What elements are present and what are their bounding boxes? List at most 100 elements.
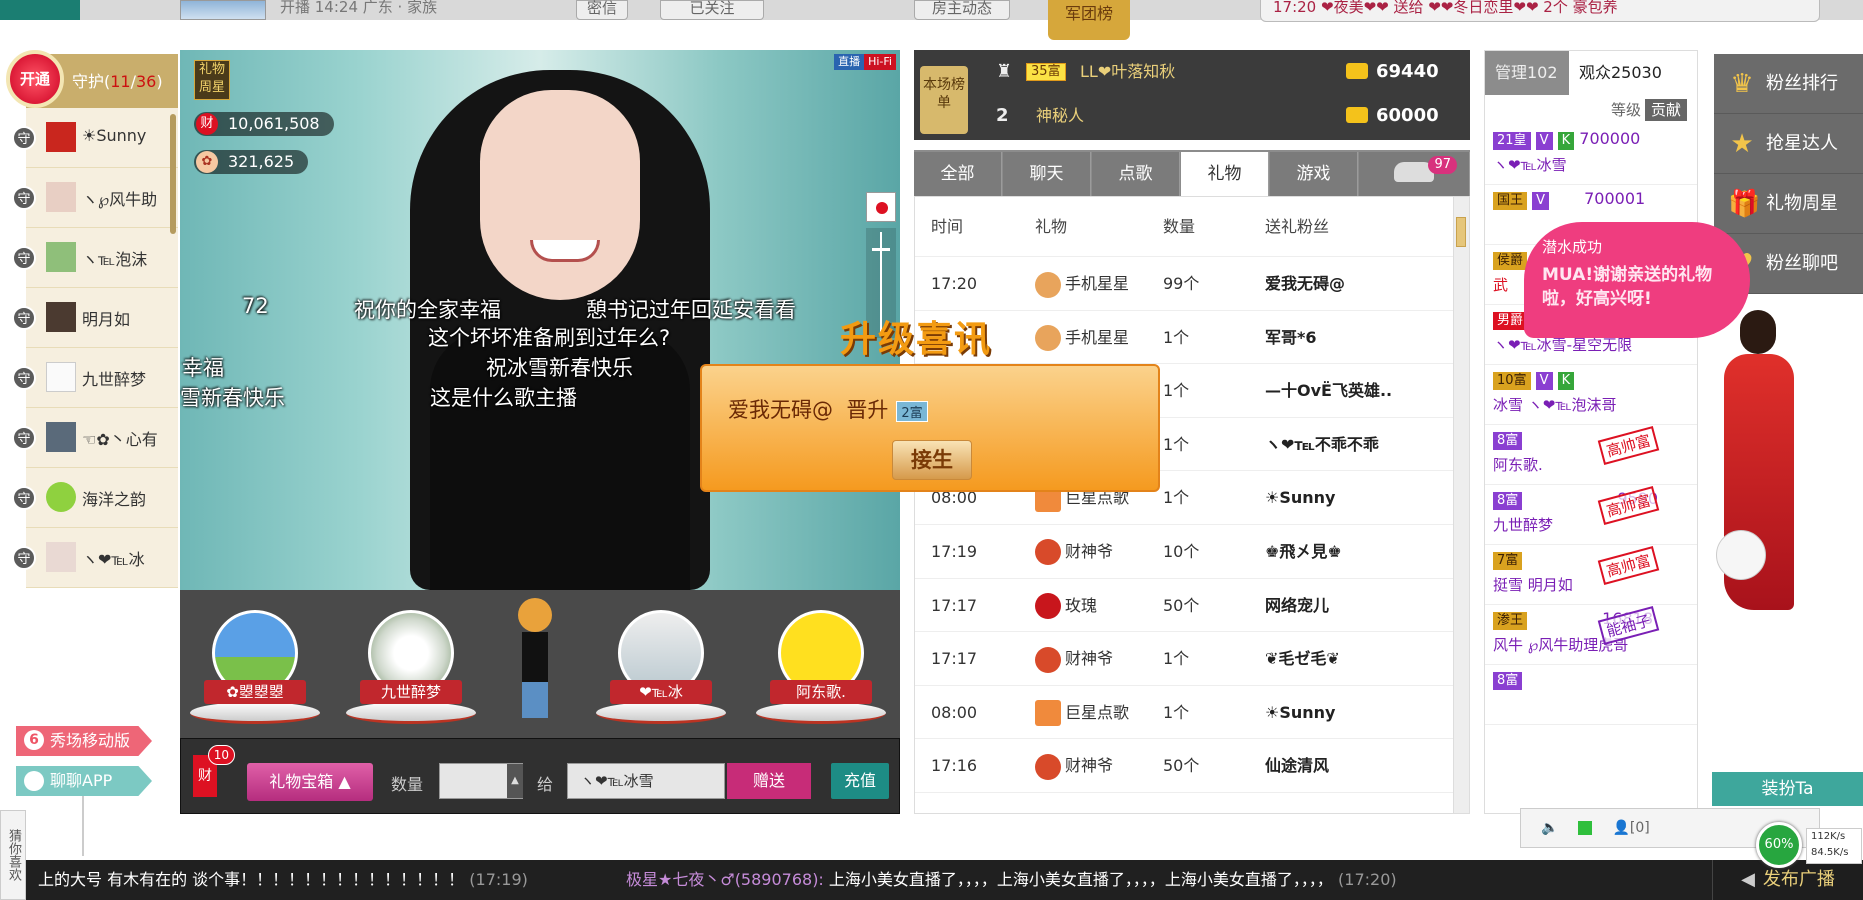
star-grabber-button[interactable]: ★ 抢星达人 bbox=[1714, 114, 1863, 174]
guard-item[interactable]: 守 ヽ℡泡沫 bbox=[12, 228, 178, 288]
fan-ranking-button[interactable]: ♛ 粉丝排行 bbox=[1714, 54, 1863, 114]
row-gift: 财神爷 bbox=[1035, 632, 1113, 686]
guard-item[interactable]: 守 海洋之韵 bbox=[12, 468, 178, 528]
vip-badge: V bbox=[1535, 132, 1553, 150]
session-rank-tag[interactable]: 本场榜单 bbox=[920, 66, 968, 134]
header-fan: 送礼粉丝 bbox=[1265, 217, 1330, 236]
row-qty: 99个 bbox=[1163, 274, 1200, 293]
congratulate-button[interactable]: 接生 bbox=[892, 440, 972, 480]
tab-all[interactable]: 全部 bbox=[914, 152, 1002, 196]
guess-you-like-button[interactable]: 猜你喜欢 bbox=[0, 810, 26, 900]
row-fan[interactable]: ❦毛ゼ毛❦ bbox=[1265, 632, 1340, 686]
showcase-label: 九世醉梦 bbox=[360, 680, 462, 704]
list-item[interactable]: 8富 9590九世醉梦高帅富 bbox=[1485, 485, 1697, 545]
row-qty: 1个 bbox=[1163, 327, 1190, 347]
guard-item[interactable]: 守 ヽ❤℡冰 bbox=[12, 528, 178, 588]
row-fan[interactable]: 爱我无碍@ bbox=[1265, 257, 1345, 311]
guard-badge: 守 bbox=[12, 246, 36, 270]
broadcast-message: 上的大号 有木有在的 谈个事！！！！！！！！！！！！！！ (17:19) bbox=[38, 870, 528, 889]
list-item[interactable]: 渗王 16818风牛 ℘风牛助理虎哥能袖子 bbox=[1485, 605, 1697, 665]
list-item[interactable]: 8富 阿东歌. 高帅富 bbox=[1485, 425, 1697, 485]
row-gift: 巨星点歌 bbox=[1035, 686, 1129, 740]
speaker-icon[interactable]: 🔈 bbox=[1541, 820, 1558, 836]
list-item[interactable]: 8富 bbox=[1485, 665, 1697, 725]
gift-table-scrollbar[interactable] bbox=[1453, 197, 1469, 813]
guard-item[interactable]: 守 九世醉梦 bbox=[12, 348, 178, 408]
tab-car[interactable]: 97 bbox=[1359, 152, 1470, 196]
host-news-button[interactable]: 房主动态 bbox=[914, 0, 1010, 20]
recipient-select[interactable]: ヽ❤℡冰雪 bbox=[567, 763, 725, 799]
guard-item[interactable]: 守 明月如 bbox=[12, 288, 178, 348]
scroll-thumb[interactable] bbox=[1456, 217, 1466, 247]
row-qty: 1个 bbox=[1163, 381, 1190, 401]
danmu-text: 祝你的全家幸福 bbox=[354, 298, 501, 322]
tab-song[interactable]: 点歌 bbox=[1092, 152, 1180, 196]
followed-button[interactable]: 已关注 bbox=[660, 0, 764, 20]
row-fan[interactable]: 军哥*6 bbox=[1265, 311, 1317, 365]
list-item[interactable]: 10富 V K 冰雪 ヽ❤℡泡沫哥 bbox=[1485, 365, 1697, 425]
record-button[interactable] bbox=[866, 192, 896, 222]
open-guard-button[interactable]: 开通 bbox=[6, 50, 64, 108]
upgrade-message: 爱我无碍@ 晋升 2富 bbox=[728, 394, 928, 424]
gift-box-button[interactable]: 礼物宝箱 ▲ bbox=[247, 763, 373, 801]
row-gift: 财神爷 bbox=[1035, 525, 1113, 579]
user-count: [0] bbox=[1629, 820, 1650, 836]
row-qty: 1个 bbox=[1163, 702, 1190, 722]
tab-game[interactable]: 游戏 bbox=[1270, 152, 1358, 196]
rank-row[interactable]: ♜ 35富 LL❤叶落知秋 69440 bbox=[996, 52, 1456, 92]
send-gift-button[interactable]: 赠送 bbox=[727, 763, 811, 799]
user-name: 挺雪 明月如 bbox=[1493, 576, 1573, 594]
guard-name: 海洋之韵 bbox=[82, 490, 147, 509]
row-fan[interactable]: ヽ❤℡不乖不乖 bbox=[1265, 418, 1379, 472]
danmu-text: 雪新春快乐 bbox=[180, 386, 285, 410]
showcase-label: ❤℡冰 bbox=[610, 680, 712, 704]
crown-icon: ♛ bbox=[1730, 69, 1754, 99]
sort-level[interactable]: 等级 bbox=[1611, 101, 1641, 119]
row-qty: 50个 bbox=[1163, 595, 1200, 615]
chat-app-link[interactable]: 聊聊APP bbox=[16, 766, 152, 796]
row-fan[interactable]: ♚飛㐅見♚ bbox=[1265, 525, 1342, 579]
guard-item[interactable]: 守 ☀Sunny bbox=[12, 108, 178, 168]
gift-table: 时间 礼物 数量 送礼粉丝 17:20 手机星星 99个 爱我无碍@ 手机星星 1个 军哥… bbox=[914, 196, 1470, 814]
header-qty: 数量 bbox=[1163, 217, 1196, 236]
logo-corner bbox=[0, 0, 80, 20]
row-time: 17:19 bbox=[931, 541, 978, 561]
wealth-value: 10,061,508 bbox=[228, 114, 320, 133]
row-fan[interactable]: 网络宠儿 bbox=[1265, 579, 1329, 633]
recharge-button[interactable]: 充值 bbox=[831, 763, 889, 799]
private-message-button[interactable]: 密信 bbox=[576, 0, 629, 20]
showcase-item[interactable]: ❤℡冰 bbox=[596, 610, 726, 730]
wealth-label: 财 bbox=[198, 768, 212, 784]
tab-admin[interactable]: 管理102 bbox=[1485, 51, 1569, 95]
tab-chat[interactable]: 聊天 bbox=[1003, 152, 1091, 196]
showcase-item[interactable]: ✿曌曌曌 bbox=[190, 610, 320, 730]
mobile-version-link[interactable]: 秀场移动版 bbox=[16, 726, 152, 756]
dress-up-button[interactable]: 装扮Ta bbox=[1712, 772, 1863, 806]
audience-sort: 等级 贡献 bbox=[1485, 95, 1697, 125]
row-fan[interactable]: —十OvË飞英雄.. bbox=[1265, 364, 1392, 418]
guard-title: 守护(11/36) bbox=[72, 72, 163, 91]
quantity-dropdown-icon[interactable]: ▲ bbox=[507, 764, 523, 798]
tab-gift[interactable]: 礼物 bbox=[1181, 152, 1269, 196]
list-item[interactable]: 7富 挺雪 明月如 高帅富 bbox=[1485, 545, 1697, 605]
guard-item[interactable]: 守 ヽ℘风牛助 bbox=[12, 168, 178, 228]
guard-scrollbar[interactable] bbox=[170, 114, 176, 234]
row-fan[interactable]: 仙途清风 bbox=[1265, 739, 1329, 793]
showcase-item[interactable]: 阿东歌. bbox=[756, 610, 886, 730]
table-row: 17:17 财神爷 1个 ❦毛ゼ毛❦ bbox=[915, 632, 1469, 686]
row-fan[interactable]: ☀Sunny bbox=[1265, 471, 1335, 525]
host-avatar[interactable] bbox=[180, 0, 266, 20]
rank-row[interactable]: 2 神秘人 60000 bbox=[996, 96, 1456, 136]
guard-item[interactable]: 守 ☜✿丶心有 bbox=[12, 408, 178, 468]
list-item[interactable]: 21皇 V K 700000 ヽ❤℡冰雪 bbox=[1485, 125, 1697, 185]
gift-week-star-button[interactable]: 🎁 礼物周星 bbox=[1714, 174, 1863, 234]
legion-rank-button[interactable]: 军团榜 bbox=[1048, 0, 1130, 40]
tab-viewers[interactable]: 观众25030 bbox=[1569, 51, 1697, 95]
avatar bbox=[46, 542, 76, 572]
video-stream[interactable]: 礼物周星 财 10,061,508 ✿ 321,625 直播 Hi-Fi 72 祝你的… bbox=[180, 50, 900, 590]
sort-contribution[interactable]: 贡献 bbox=[1644, 99, 1687, 121]
row-fan[interactable]: ☀Sunny bbox=[1265, 686, 1335, 740]
showcase-item[interactable]: 九世醉梦 bbox=[346, 610, 476, 730]
wealth-button[interactable]: 财 10 bbox=[193, 745, 235, 797]
audience-tabs: 管理102 观众25030 bbox=[1485, 51, 1697, 95]
